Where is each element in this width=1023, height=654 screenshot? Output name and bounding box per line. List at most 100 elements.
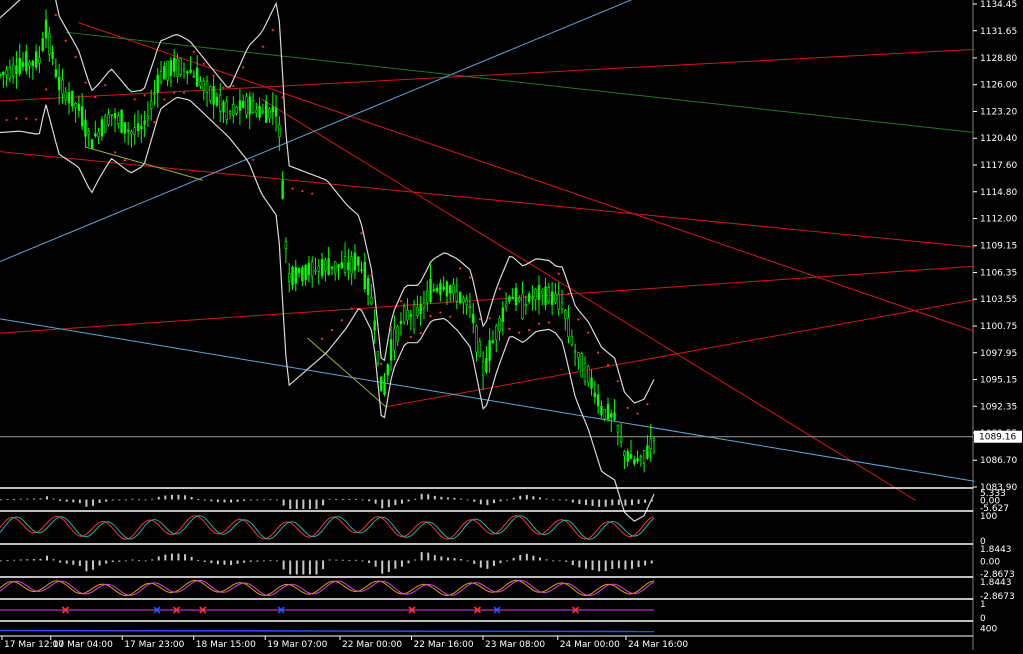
momentum-panel-bar bbox=[420, 552, 423, 561]
candle-body bbox=[633, 459, 636, 465]
macd-panel-bar bbox=[611, 499, 614, 506]
macd-panel-bar bbox=[262, 499, 265, 501]
candle-body bbox=[475, 325, 478, 353]
candle-body bbox=[449, 285, 452, 294]
momentum-panel-bar bbox=[276, 560, 279, 562]
psar-dot bbox=[616, 380, 619, 383]
candle-body bbox=[140, 125, 143, 130]
candle-body bbox=[271, 106, 274, 112]
candle-body bbox=[393, 328, 396, 351]
candle-body bbox=[337, 264, 340, 268]
psar-dot bbox=[143, 94, 146, 97]
chart-canvas[interactable]: 1134.45 1131.65 1128.80 1126.00 1123.20 1120.… bbox=[0, 0, 1023, 650]
psar-dot bbox=[419, 332, 422, 335]
candle-body bbox=[225, 101, 228, 120]
momentum-panel-bar bbox=[184, 554, 187, 561]
momentum-panel-bar bbox=[545, 559, 548, 561]
psar-dot bbox=[587, 331, 590, 334]
momentum-panel-bar bbox=[644, 560, 647, 566]
macd-panel-bar bbox=[315, 499, 318, 509]
candle-body bbox=[610, 413, 613, 418]
candle-body bbox=[642, 450, 646, 464]
momentum-panel-bar bbox=[453, 558, 456, 561]
macd-panel-bar bbox=[223, 499, 226, 503]
candle-body bbox=[21, 62, 25, 67]
macd-panel-bar bbox=[282, 499, 285, 506]
psar-dot bbox=[340, 319, 343, 322]
candle-body bbox=[324, 260, 327, 271]
candle-body bbox=[347, 262, 350, 271]
candle-body bbox=[606, 403, 610, 420]
momentum-panel-bar bbox=[26, 559, 29, 561]
candle-body bbox=[557, 293, 560, 310]
macd-panel-bar bbox=[249, 499, 252, 501]
candle-body bbox=[146, 115, 150, 119]
candle-body bbox=[100, 119, 104, 137]
candle-body bbox=[317, 265, 320, 272]
momentum-panel-bar bbox=[558, 560, 561, 562]
macd-panel-bar bbox=[341, 499, 344, 500]
candle-body bbox=[278, 124, 281, 138]
momentum-panel-bar bbox=[197, 560, 200, 561]
momentum-panel-bar bbox=[216, 560, 219, 565]
candle-body bbox=[343, 256, 347, 273]
psar-dot bbox=[508, 327, 511, 331]
macd-panel-bar bbox=[361, 499, 364, 501]
momentum-panel-bar bbox=[236, 560, 239, 564]
macd-panel-bar bbox=[394, 499, 397, 506]
momentum-panel-bar bbox=[446, 557, 449, 561]
macd-panel-bar bbox=[308, 499, 311, 509]
candle-body bbox=[130, 131, 133, 135]
macd-panel-bar bbox=[256, 499, 259, 501]
candle-body bbox=[485, 357, 488, 373]
candle-body bbox=[215, 96, 219, 106]
macd-panel-bar bbox=[558, 499, 561, 501]
macd-panel-bar bbox=[387, 499, 390, 508]
macd-panel-bar bbox=[190, 497, 193, 500]
candle-body bbox=[186, 71, 189, 74]
momentum-panel-bar bbox=[440, 556, 443, 561]
psar-dot bbox=[84, 81, 87, 84]
candle-body bbox=[274, 107, 278, 117]
momentum-panel-bar bbox=[598, 560, 601, 572]
momentum-panel-bar bbox=[302, 560, 305, 575]
macd-panel-bar bbox=[177, 494, 180, 500]
candle-body bbox=[153, 93, 156, 95]
candle-body bbox=[501, 307, 505, 322]
macd-panel-bar bbox=[111, 499, 114, 501]
momentum-panel-bar bbox=[460, 559, 463, 561]
candle-body bbox=[205, 81, 209, 93]
candle-body bbox=[560, 302, 564, 310]
momentum-panel-bar bbox=[650, 560, 653, 564]
candle-body bbox=[67, 92, 71, 104]
macd-panel-bar bbox=[118, 499, 121, 501]
candle-body bbox=[288, 273, 291, 282]
momentum-panel-bar bbox=[295, 560, 298, 575]
macd-panel-bar bbox=[368, 499, 371, 502]
candle-body bbox=[195, 67, 199, 87]
psar-dot bbox=[163, 98, 166, 101]
psar-dot bbox=[468, 276, 472, 279]
trading-chart[interactable]: 1134.45 1131.65 1128.80 1126.00 1123.20 1120.… bbox=[0, 0, 1023, 650]
momentum-panel-bar bbox=[289, 560, 292, 575]
candle-body bbox=[54, 69, 58, 77]
psar-dot bbox=[636, 412, 639, 415]
macd-panel-bar bbox=[52, 498, 55, 500]
candle-body bbox=[41, 38, 44, 51]
price-tick-label: 1109.15 bbox=[980, 242, 1017, 252]
psar-dot bbox=[133, 98, 136, 101]
candle-body bbox=[166, 60, 169, 81]
momentum-panel-bar bbox=[394, 560, 397, 569]
momentum-panel-bar bbox=[32, 559, 35, 561]
momentum-panel-bar bbox=[105, 560, 108, 564]
macd-panel-bar bbox=[65, 499, 68, 502]
momentum-panel-bar bbox=[414, 559, 417, 561]
momentum-panel-bar bbox=[407, 560, 410, 564]
psar-dot bbox=[251, 158, 255, 161]
momentum-panel-bar bbox=[151, 559, 154, 561]
momentum-panel-bar bbox=[591, 560, 594, 571]
macd-panel-bar bbox=[512, 497, 515, 500]
candle-body bbox=[182, 68, 186, 72]
momentum-panel-bar bbox=[433, 555, 436, 561]
candle-body bbox=[472, 313, 475, 323]
